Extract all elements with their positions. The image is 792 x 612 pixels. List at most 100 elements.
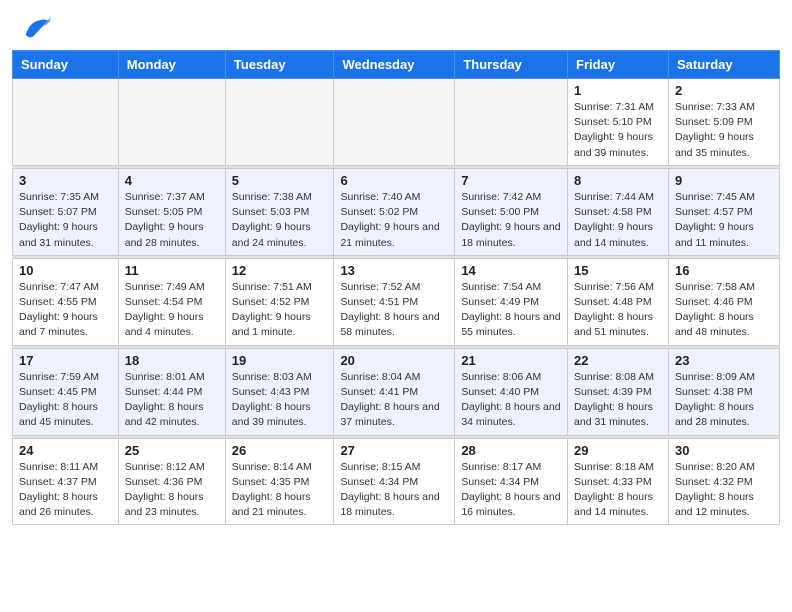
calendar-table: SundayMondayTuesdayWednesdayThursdayFrid… — [12, 50, 780, 525]
calendar-cell: 21 Sunrise: 8:06 AM Sunset: 4:40 PM Dayli… — [455, 348, 568, 435]
calendar-cell: 30 Sunrise: 8:20 AM Sunset: 4:32 PM Dayli… — [668, 438, 779, 525]
logo-bird-icon — [22, 14, 52, 44]
day-info: Sunrise: 7:37 AM Sunset: 5:05 PM Dayligh… — [125, 190, 219, 251]
day-info: Sunrise: 8:06 AM Sunset: 4:40 PM Dayligh… — [461, 370, 561, 431]
day-number: 9 — [675, 173, 773, 188]
day-info: Sunrise: 7:38 AM Sunset: 5:03 PM Dayligh… — [232, 190, 328, 251]
calendar-cell: 28 Sunrise: 8:17 AM Sunset: 4:34 PM Dayli… — [455, 438, 568, 525]
day-number: 1 — [574, 83, 662, 98]
day-info: Sunrise: 7:54 AM Sunset: 4:49 PM Dayligh… — [461, 280, 561, 341]
day-info: Sunrise: 8:20 AM Sunset: 4:32 PM Dayligh… — [675, 460, 773, 521]
weekday-header-sunday: Sunday — [13, 51, 119, 79]
day-info: Sunrise: 7:47 AM Sunset: 4:55 PM Dayligh… — [19, 280, 112, 341]
calendar-cell — [225, 79, 334, 166]
day-info: Sunrise: 8:03 AM Sunset: 4:43 PM Dayligh… — [232, 370, 328, 431]
header — [0, 0, 792, 50]
day-number: 6 — [340, 173, 448, 188]
calendar-cell: 24Sunrise: 8:11 AM Sunset: 4:37 PM Dayli… — [13, 438, 119, 525]
logo — [18, 14, 52, 44]
calendar-cell: 25 Sunrise: 8:12 AM Sunset: 4:36 PM Dayli… — [118, 438, 225, 525]
day-info: Sunrise: 8:11 AM Sunset: 4:37 PM Dayligh… — [19, 460, 112, 521]
day-info: Sunrise: 7:33 AM Sunset: 5:09 PM Dayligh… — [675, 100, 773, 161]
day-info: Sunrise: 8:15 AM Sunset: 4:34 PM Dayligh… — [340, 460, 448, 521]
calendar-week-row: 1 Sunrise: 7:31 AM Sunset: 5:10 PM Daylig… — [13, 79, 780, 166]
calendar-cell: 27 Sunrise: 8:15 AM Sunset: 4:34 PM Dayli… — [334, 438, 455, 525]
calendar-cell: 13Sunrise: 7:52 AM Sunset: 4:51 PM Dayli… — [334, 258, 455, 345]
day-info: Sunrise: 8:08 AM Sunset: 4:39 PM Dayligh… — [574, 370, 662, 431]
calendar-cell: 12Sunrise: 7:51 AM Sunset: 4:52 PM Dayli… — [225, 258, 334, 345]
calendar-cell: 15Sunrise: 7:56 AM Sunset: 4:48 PM Dayli… — [568, 258, 669, 345]
day-number: 11 — [125, 263, 219, 278]
weekday-header-tuesday: Tuesday — [225, 51, 334, 79]
day-info: Sunrise: 8:04 AM Sunset: 4:41 PM Dayligh… — [340, 370, 448, 431]
calendar-cell: 22 Sunrise: 8:08 AM Sunset: 4:39 PM Dayli… — [568, 348, 669, 435]
calendar-cell: 9 Sunrise: 7:45 AM Sunset: 4:57 PM Daylig… — [668, 168, 779, 255]
day-number: 14 — [461, 263, 561, 278]
day-number: 12 — [232, 263, 328, 278]
calendar-cell: 16Sunrise: 7:58 AM Sunset: 4:46 PM Dayli… — [668, 258, 779, 345]
calendar-header: SundayMondayTuesdayWednesdayThursdayFrid… — [13, 51, 780, 79]
day-number: 17 — [19, 353, 112, 368]
day-info: Sunrise: 7:59 AM Sunset: 4:45 PM Dayligh… — [19, 370, 112, 431]
day-info: Sunrise: 7:49 AM Sunset: 4:54 PM Dayligh… — [125, 280, 219, 341]
calendar-week-row: 17 Sunrise: 7:59 AM Sunset: 4:45 PM Dayli… — [13, 348, 780, 435]
day-number: 28 — [461, 443, 561, 458]
calendar-week-row: 10Sunrise: 7:47 AM Sunset: 4:55 PM Dayli… — [13, 258, 780, 345]
weekday-header-wednesday: Wednesday — [334, 51, 455, 79]
day-number: 29 — [574, 443, 662, 458]
day-info: Sunrise: 8:18 AM Sunset: 4:33 PM Dayligh… — [574, 460, 662, 521]
calendar-cell: 29 Sunrise: 8:18 AM Sunset: 4:33 PM Dayli… — [568, 438, 669, 525]
calendar-cell: 18 Sunrise: 8:01 AM Sunset: 4:44 PM Dayli… — [118, 348, 225, 435]
day-info: Sunrise: 7:56 AM Sunset: 4:48 PM Dayligh… — [574, 280, 662, 341]
day-number: 13 — [340, 263, 448, 278]
day-number: 2 — [675, 83, 773, 98]
day-number: 20 — [340, 353, 448, 368]
weekday-header-monday: Monday — [118, 51, 225, 79]
day-number: 22 — [574, 353, 662, 368]
calendar-cell — [334, 79, 455, 166]
day-info: Sunrise: 7:58 AM Sunset: 4:46 PM Dayligh… — [675, 280, 773, 341]
day-number: 21 — [461, 353, 561, 368]
day-number: 23 — [675, 353, 773, 368]
day-number: 3 — [19, 173, 112, 188]
day-number: 25 — [125, 443, 219, 458]
day-number: 4 — [125, 173, 219, 188]
calendar-cell: 8Sunrise: 7:44 AM Sunset: 4:58 PM Daylig… — [568, 168, 669, 255]
calendar-cell: 1 Sunrise: 7:31 AM Sunset: 5:10 PM Daylig… — [568, 79, 669, 166]
day-number: 30 — [675, 443, 773, 458]
calendar-cell: 19 Sunrise: 8:03 AM Sunset: 4:43 PM Dayli… — [225, 348, 334, 435]
day-info: Sunrise: 8:14 AM Sunset: 4:35 PM Dayligh… — [232, 460, 328, 521]
calendar-cell — [13, 79, 119, 166]
calendar-week-row: 24Sunrise: 8:11 AM Sunset: 4:37 PM Dayli… — [13, 438, 780, 525]
calendar-cell: 23Sunrise: 8:09 AM Sunset: 4:38 PM Dayli… — [668, 348, 779, 435]
day-number: 19 — [232, 353, 328, 368]
calendar-cell: 5 Sunrise: 7:38 AM Sunset: 5:03 PM Daylig… — [225, 168, 334, 255]
calendar-cell: 7Sunrise: 7:42 AM Sunset: 5:00 PM Daylig… — [455, 168, 568, 255]
weekday-header-saturday: Saturday — [668, 51, 779, 79]
calendar-week-row: 3 Sunrise: 7:35 AM Sunset: 5:07 PM Daylig… — [13, 168, 780, 255]
calendar-cell: 2 Sunrise: 7:33 AM Sunset: 5:09 PM Daylig… — [668, 79, 779, 166]
day-info: Sunrise: 8:12 AM Sunset: 4:36 PM Dayligh… — [125, 460, 219, 521]
weekday-header-row: SundayMondayTuesdayWednesdayThursdayFrid… — [13, 51, 780, 79]
calendar-cell: 14 Sunrise: 7:54 AM Sunset: 4:49 PM Dayli… — [455, 258, 568, 345]
calendar-cell: 3 Sunrise: 7:35 AM Sunset: 5:07 PM Daylig… — [13, 168, 119, 255]
weekday-header-friday: Friday — [568, 51, 669, 79]
day-number: 26 — [232, 443, 328, 458]
calendar-cell: 20 Sunrise: 8:04 AM Sunset: 4:41 PM Dayli… — [334, 348, 455, 435]
day-info: Sunrise: 7:35 AM Sunset: 5:07 PM Dayligh… — [19, 190, 112, 251]
day-info: Sunrise: 8:01 AM Sunset: 4:44 PM Dayligh… — [125, 370, 219, 431]
calendar-cell: 6Sunrise: 7:40 AM Sunset: 5:02 PM Daylig… — [334, 168, 455, 255]
calendar-cell: 17 Sunrise: 7:59 AM Sunset: 4:45 PM Dayli… — [13, 348, 119, 435]
page-container: SundayMondayTuesdayWednesdayThursdayFrid… — [0, 0, 792, 612]
calendar-wrapper: SundayMondayTuesdayWednesdayThursdayFrid… — [0, 50, 792, 537]
day-number: 27 — [340, 443, 448, 458]
calendar-cell: 26 Sunrise: 8:14 AM Sunset: 4:35 PM Dayli… — [225, 438, 334, 525]
day-info: Sunrise: 7:31 AM Sunset: 5:10 PM Dayligh… — [574, 100, 662, 161]
day-number: 5 — [232, 173, 328, 188]
day-info: Sunrise: 7:44 AM Sunset: 4:58 PM Dayligh… — [574, 190, 662, 251]
day-info: Sunrise: 8:17 AM Sunset: 4:34 PM Dayligh… — [461, 460, 561, 521]
day-number: 18 — [125, 353, 219, 368]
day-info: Sunrise: 7:45 AM Sunset: 4:57 PM Dayligh… — [675, 190, 773, 251]
calendar-cell — [118, 79, 225, 166]
calendar-cell: 10Sunrise: 7:47 AM Sunset: 4:55 PM Dayli… — [13, 258, 119, 345]
